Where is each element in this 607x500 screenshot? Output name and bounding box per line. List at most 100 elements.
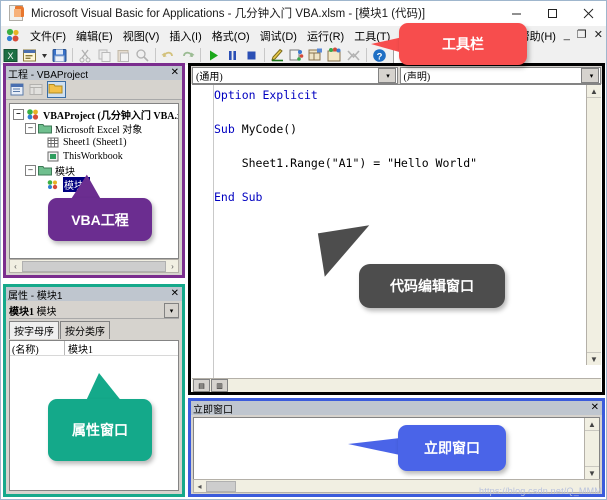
chevron-down-icon[interactable]: ▾ bbox=[164, 303, 179, 318]
code-line-assignment: Sheet1.Range("A1") = "Hello World" bbox=[214, 156, 477, 170]
scroll-left-icon[interactable]: ‹ bbox=[10, 262, 21, 271]
code-combo-row: (通用) ▾ (声明) ▾ bbox=[191, 66, 602, 84]
toggle-folders-icon[interactable] bbox=[47, 81, 66, 98]
insert-userform-icon[interactable] bbox=[21, 47, 38, 64]
menu-item-insert[interactable]: 插入(I) bbox=[164, 27, 206, 45]
insert-dropdown-icon[interactable] bbox=[40, 47, 49, 64]
close-icon[interactable]: ✕ bbox=[591, 403, 600, 413]
tree-item-sheet1[interactable]: Sheet1 (Sheet1) bbox=[10, 135, 178, 149]
callout-code-editor: 代码编辑窗口 bbox=[359, 264, 505, 308]
tree-item-excel-objects[interactable]: – Microsoft Excel 对象 bbox=[10, 121, 178, 135]
callout-immediate-window: 立即窗口 bbox=[398, 425, 506, 471]
menu-item-format[interactable]: 格式(O) bbox=[207, 27, 255, 45]
project-tree-hscrollbar[interactable]: ‹ › bbox=[9, 259, 179, 273]
view-excel-icon[interactable]: X bbox=[2, 47, 19, 64]
scrollbar-thumb[interactable] bbox=[22, 261, 166, 272]
maximize-button[interactable] bbox=[534, 1, 570, 25]
mdi-restore-button[interactable]: ❐ bbox=[577, 28, 587, 41]
find-icon[interactable] bbox=[134, 47, 151, 64]
cut-icon[interactable] bbox=[77, 47, 94, 64]
full-module-view-icon[interactable]: ▥ bbox=[211, 379, 228, 392]
scroll-up-icon[interactable]: ▲ bbox=[587, 85, 601, 98]
scroll-down-icon[interactable]: ▼ bbox=[587, 352, 601, 365]
view-code-icon[interactable] bbox=[9, 82, 26, 97]
page-title: Microsoft Visual Basic for Applications … bbox=[31, 5, 425, 21]
properties-tabs: 按字母序 按分类序 bbox=[9, 321, 179, 339]
properties-object-name: 模块1 bbox=[9, 307, 34, 318]
run-icon[interactable] bbox=[205, 47, 222, 64]
immediate-vscrollbar[interactable]: ▲ ▼ bbox=[584, 418, 599, 479]
tree-connector bbox=[37, 184, 46, 185]
tree-item-label: Microsoft Excel 对象 bbox=[55, 121, 142, 136]
view-object-icon[interactable] bbox=[28, 82, 45, 97]
callout-tail-immediate bbox=[348, 438, 400, 455]
properties-object-combo[interactable]: 模块1 模块 ▾ bbox=[9, 303, 179, 319]
tree-expander[interactable]: – bbox=[25, 123, 36, 134]
close-icon[interactable]: ✕ bbox=[171, 289, 180, 299]
tree-expander[interactable]: – bbox=[25, 165, 36, 176]
mdi-minimize-button[interactable]: _ bbox=[564, 29, 570, 41]
callout-properties-window: 属性窗口 bbox=[48, 399, 152, 461]
toolbar-separator bbox=[72, 48, 73, 62]
code-text-area[interactable]: Option Explicit Sub MyCode() Sheet1.Rang… bbox=[192, 84, 601, 378]
tree-item-label: 模块 bbox=[55, 163, 75, 178]
vba-editor-window: Microsoft Visual Basic for Applications … bbox=[0, 0, 607, 500]
immediate-titlebar: 立即窗口 ✕ bbox=[191, 401, 602, 415]
toolbar-separator bbox=[366, 48, 367, 62]
vba-excel-icon bbox=[8, 5, 24, 21]
code-hscrollbar[interactable]: ▤ ▥ bbox=[192, 378, 601, 392]
scroll-down-icon[interactable]: ▼ bbox=[585, 466, 599, 479]
design-mode-icon[interactable] bbox=[269, 47, 286, 64]
pause-icon[interactable] bbox=[224, 47, 241, 64]
scroll-right-icon[interactable]: › bbox=[167, 262, 178, 271]
vbaproject-icon bbox=[26, 108, 40, 121]
object-combo-value: (通用) bbox=[193, 68, 223, 83]
watermark: https://blog.csdn.net/Q_MMM bbox=[479, 486, 602, 496]
project-explorer-toolbar bbox=[6, 80, 182, 100]
tree-connector bbox=[37, 142, 46, 143]
menu-item-view[interactable]: 视图(V) bbox=[118, 27, 165, 45]
chevron-down-icon[interactable]: ▾ bbox=[378, 68, 396, 83]
code-vscrollbar[interactable]: ▲ ▼ bbox=[586, 85, 601, 365]
tab-alphabetic[interactable]: 按字母序 bbox=[9, 321, 59, 339]
properties-window-icon[interactable] bbox=[307, 47, 324, 64]
menu-item-run[interactable]: 运行(R) bbox=[302, 27, 349, 45]
close-icon[interactable]: ✕ bbox=[171, 68, 180, 78]
code-content[interactable]: Option Explicit Sub MyCode() Sheet1.Rang… bbox=[214, 87, 585, 206]
menu-item-file[interactable]: 文件(F) bbox=[25, 27, 71, 45]
tree-item-vbaproject[interactable]: – VBAProject (几分钟入门 VBA.x bbox=[10, 107, 178, 121]
stop-icon[interactable] bbox=[243, 47, 260, 64]
properties-row[interactable]: (名称) 模块1 bbox=[10, 341, 178, 356]
properties-object-type: 模块 bbox=[37, 307, 57, 318]
toolbox-icon[interactable] bbox=[345, 47, 362, 64]
procedure-view-icon[interactable]: ▤ bbox=[193, 379, 210, 392]
menu-item-debug[interactable]: 调试(D) bbox=[255, 27, 302, 45]
tree-expander[interactable]: – bbox=[13, 109, 24, 120]
title-bar: Microsoft Visual Basic for Applications … bbox=[1, 1, 606, 25]
undo-icon[interactable] bbox=[160, 47, 177, 64]
tree-item-thisworkbook[interactable]: ThisWorkbook bbox=[10, 149, 178, 163]
minimize-button[interactable] bbox=[498, 1, 534, 25]
paste-icon[interactable] bbox=[115, 47, 132, 64]
code-editor-window: (通用) ▾ (声明) ▾ Option Explicit Sub MyCode… bbox=[188, 63, 605, 395]
copy-icon[interactable] bbox=[96, 47, 113, 64]
object-browser-icon[interactable] bbox=[326, 47, 343, 64]
scroll-up-icon[interactable]: ▲ bbox=[585, 418, 599, 431]
scroll-left-icon[interactable]: ◂ bbox=[194, 482, 205, 491]
tree-item-label: VBAProject (几分钟入门 VBA.x bbox=[43, 107, 179, 122]
close-button[interactable] bbox=[570, 1, 606, 25]
scrollbar-thumb[interactable] bbox=[206, 481, 236, 492]
property-value[interactable]: 模块1 bbox=[65, 341, 93, 355]
redo-icon[interactable] bbox=[179, 47, 196, 64]
toolbar-separator bbox=[264, 48, 265, 62]
immediate-title: 立即窗口 bbox=[193, 401, 233, 416]
object-combo[interactable]: (通用) ▾ bbox=[192, 67, 398, 84]
project-explorer-icon[interactable] bbox=[288, 47, 305, 64]
procedure-combo[interactable]: (声明) ▾ bbox=[400, 67, 602, 84]
mdi-close-button[interactable]: ✕ bbox=[594, 28, 603, 41]
toolbar-separator bbox=[155, 48, 156, 62]
chevron-down-icon[interactable]: ▾ bbox=[581, 68, 599, 83]
tab-categorized[interactable]: 按分类序 bbox=[60, 321, 110, 339]
save-icon[interactable] bbox=[51, 47, 68, 64]
menu-item-edit[interactable]: 编辑(E) bbox=[71, 27, 118, 45]
